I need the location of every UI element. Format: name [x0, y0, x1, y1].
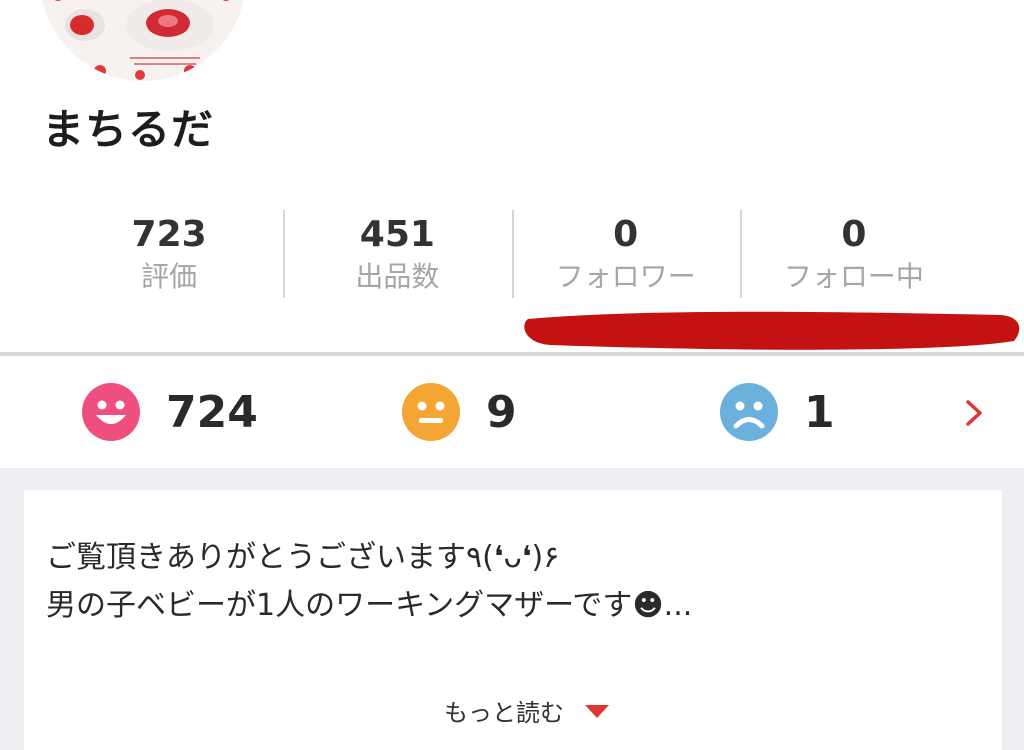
- read-more-label: もっと読む: [444, 699, 564, 727]
- neutral-face-icon: [402, 383, 460, 441]
- profile-stats: 723 評価 451 出品数 0 フォロワー 0 フォロー中: [55, 205, 968, 300]
- ratings-summary[interactable]: 724 9 1: [0, 356, 1024, 468]
- red-marker-redaction: [524, 311, 1020, 350]
- stat-label: 評価: [141, 260, 198, 293]
- bio-card: ご覧頂きありがとうございます٩(❛ᴗ❛)۶ 男の子ベビーが1人のワーキングマザー…: [24, 490, 1002, 750]
- read-more-button[interactable]: もっと読む: [444, 693, 610, 728]
- stat-followers[interactable]: 0 フォロワー: [511, 205, 740, 300]
- rating-normal-count: 9: [486, 386, 517, 438]
- stat-value: 451: [359, 214, 435, 255]
- rating-good: 724: [82, 382, 258, 442]
- happy-face-icon: [82, 383, 140, 441]
- stat-label: 出品数: [355, 260, 440, 293]
- bio-text-line: 男の子ベビーが1人のワーキングマザーです☻...: [46, 588, 693, 623]
- caret-down-icon: [585, 704, 609, 718]
- rating-good-count: 724: [166, 386, 258, 438]
- chevron-right-icon[interactable]: [960, 394, 988, 432]
- bio-text-line: ご覧頂きありがとうございます٩(❛ᴗ❛)۶: [46, 540, 560, 575]
- rating-bad: 1: [720, 382, 835, 442]
- stat-label: フォロワー: [555, 260, 696, 293]
- stat-value: 0: [841, 214, 867, 255]
- rating-normal: 9: [402, 382, 517, 442]
- username: まちるだ: [42, 105, 215, 154]
- stat-value: 0: [613, 214, 639, 255]
- rating-bad-count: 1: [804, 386, 835, 438]
- stat-label: フォロー中: [783, 260, 924, 293]
- stat-value: 723: [131, 214, 207, 255]
- stat-listings[interactable]: 451 出品数: [283, 205, 511, 300]
- stat-following[interactable]: 0 フォロー中: [739, 205, 968, 300]
- avatar[interactable]: [40, 0, 246, 81]
- stat-ratings[interactable]: 723 評価: [55, 205, 283, 300]
- sad-face-icon: [720, 383, 778, 441]
